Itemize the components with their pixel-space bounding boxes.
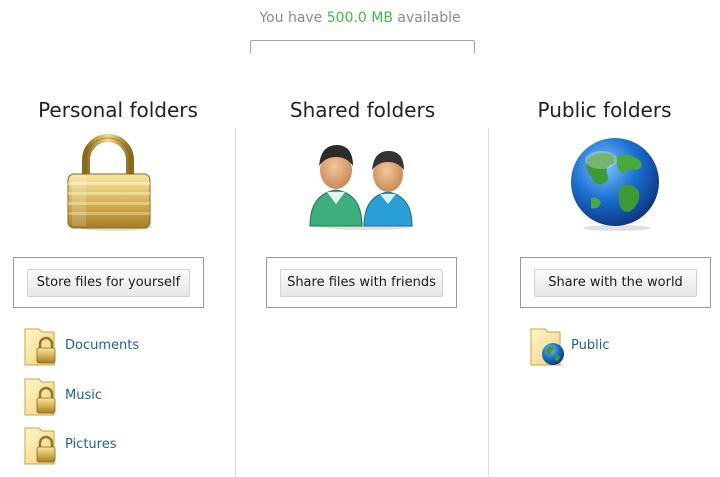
public-folders-title: Public folders bbox=[537, 98, 672, 122]
shared-folders-section: Shared folders Share files with friends bbox=[236, 98, 489, 477]
share-with-world-button[interactable]: Share with the world bbox=[534, 269, 697, 297]
folder-label: Documents bbox=[65, 338, 140, 353]
globe-folder-icon bbox=[530, 328, 564, 366]
folder-label: Music bbox=[65, 388, 102, 403]
storage-amount: 500.0 MB bbox=[326, 10, 393, 26]
personal-action-box: Store files for yourself bbox=[13, 257, 204, 308]
globe-icon bbox=[571, 138, 659, 231]
locked-folder-icon bbox=[24, 378, 56, 416]
storage-status: You have 500.0 MB available bbox=[0, 10, 720, 26]
storage-suffix: available bbox=[397, 10, 461, 26]
users-icon bbox=[309, 144, 414, 230]
personal-folders-section: Personal folders Store files for yoursel… bbox=[0, 98, 236, 477]
public-action-box: Share with the world bbox=[520, 257, 711, 308]
personal-folders-title: Personal folders bbox=[38, 98, 198, 122]
folder-label: Pictures bbox=[65, 437, 117, 452]
locked-folder-icon bbox=[24, 328, 56, 366]
store-files-button[interactable]: Store files for yourself bbox=[27, 269, 190, 297]
shared-folders-title: Shared folders bbox=[289, 98, 436, 122]
storage-dashboard: You have 500.0 MB available Personal fol… bbox=[0, 0, 720, 477]
share-with-friends-button[interactable]: Share files with friends bbox=[280, 269, 443, 297]
padlock-icon bbox=[67, 134, 152, 231]
storage-prefix: You have bbox=[259, 10, 323, 26]
storage-usage-bar bbox=[250, 40, 475, 53]
shared-action-box: Share files with friends bbox=[266, 257, 457, 308]
locked-folder-icon bbox=[24, 427, 56, 465]
public-folders-section: Public folders Share with the world Publ… bbox=[489, 98, 720, 477]
folder-label: Public bbox=[571, 338, 610, 353]
